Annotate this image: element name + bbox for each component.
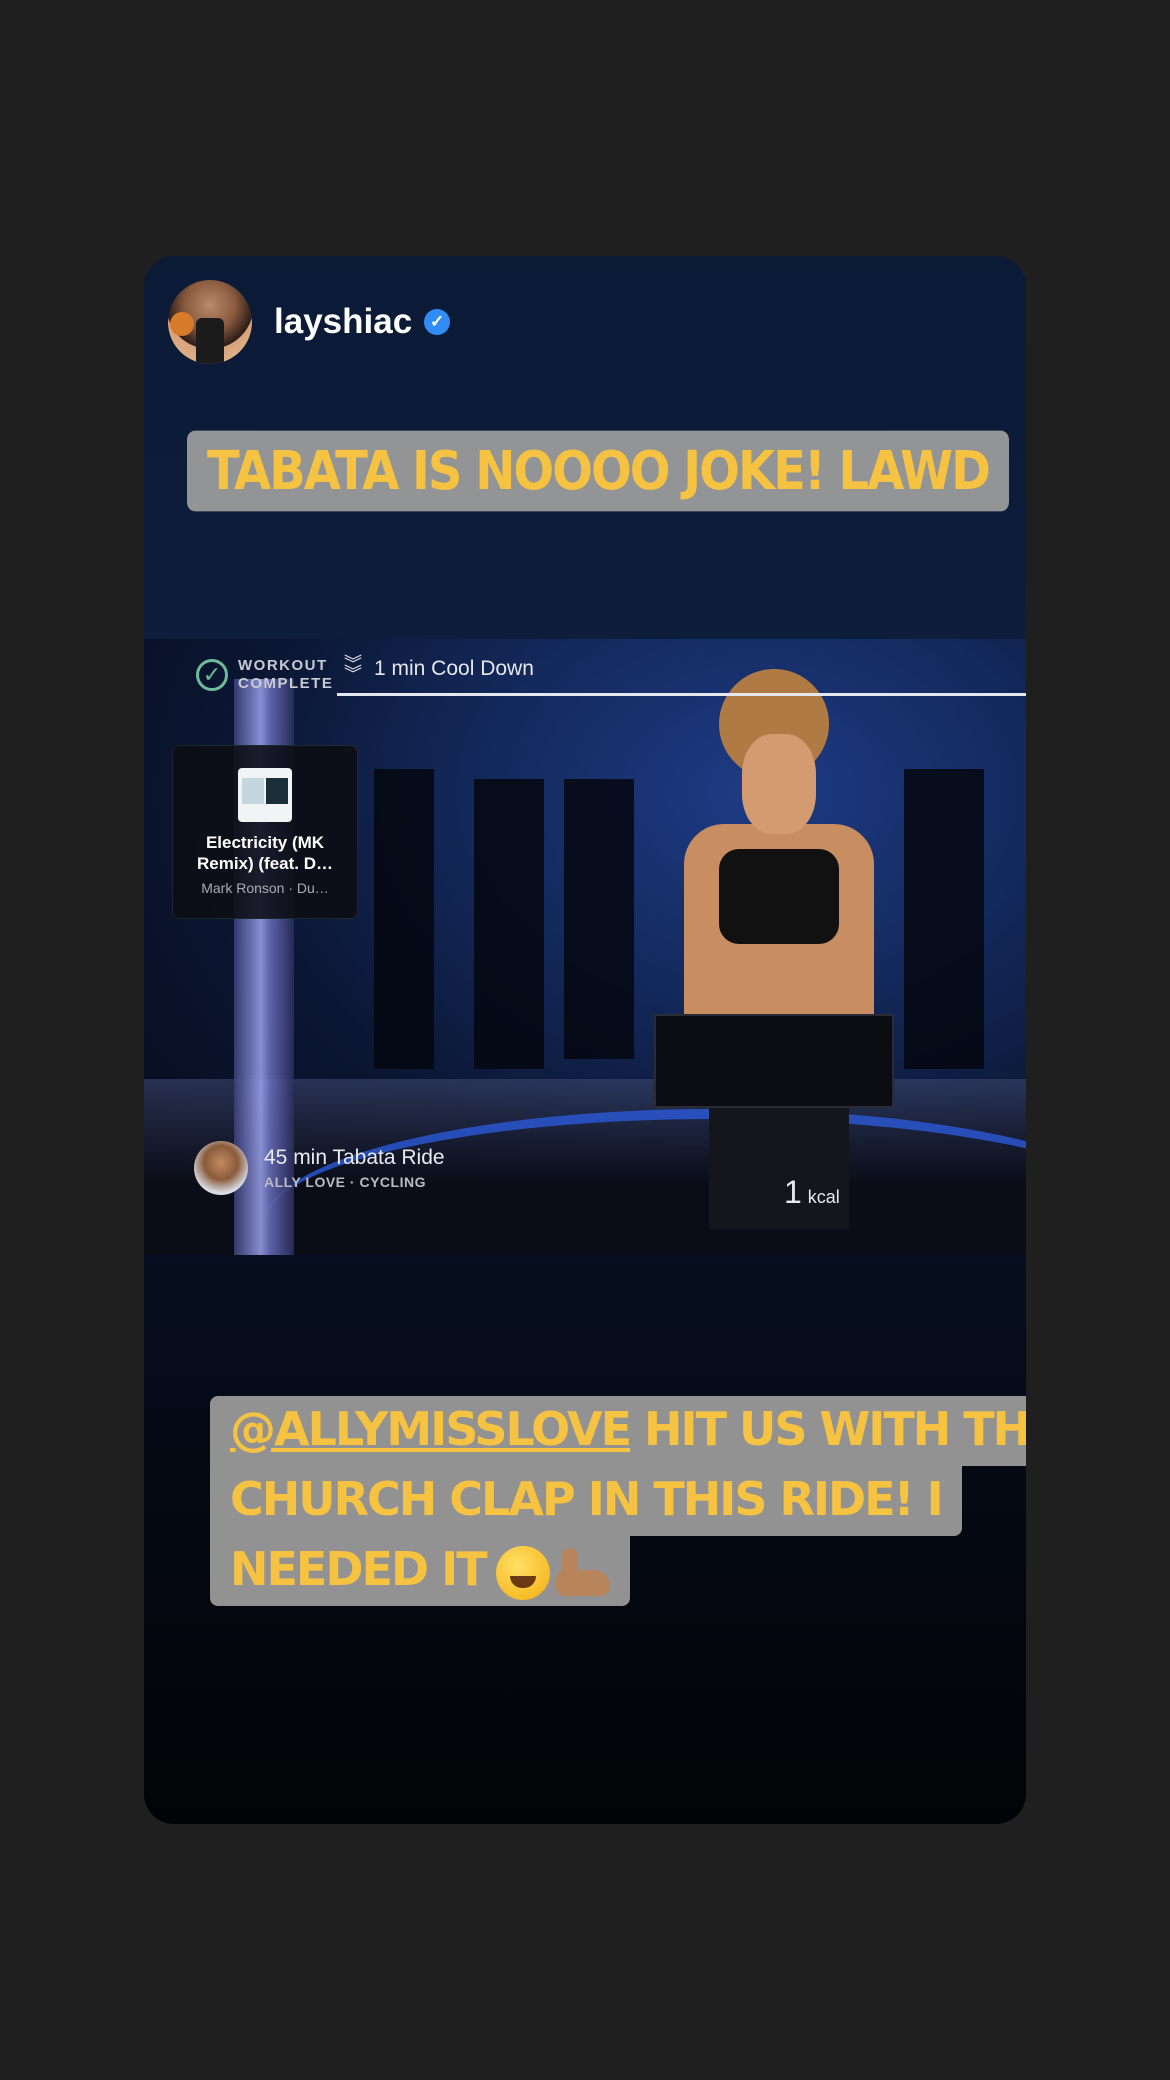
class-info: 45 min Tabata Ride ALLY LOVE · CYCLING	[194, 1141, 445, 1195]
story-header: layshiac ✓	[168, 280, 451, 364]
instructor-top	[719, 849, 839, 944]
instructor-avatar	[194, 1141, 248, 1195]
song-title: Electricity (MK Remix) (feat. D…	[196, 833, 334, 873]
background-bike	[474, 779, 544, 1069]
background-bike	[564, 779, 634, 1059]
flexed-biceps-emoji-icon	[555, 1547, 610, 1598]
kcal-value: 1	[784, 1174, 802, 1210]
class-meta: ALLY LOVE · CYCLING	[264, 1174, 426, 1190]
kcal-counter: 1 kcal	[784, 1174, 840, 1211]
bike-console	[654, 1014, 894, 1108]
now-playing-card: Electricity (MK Remix) (feat. D… Mark Ro…	[172, 745, 358, 919]
song-artist: Mark Ronson · Du…	[201, 880, 329, 896]
chevrons-down-icon: ︾ ︾	[344, 654, 362, 684]
workout-complete-status: ✓ WORKOUT COMPLETE	[196, 657, 333, 693]
tired-face-emoji-icon	[495, 1545, 550, 1600]
avatar-figure	[196, 318, 224, 364]
background-bike	[904, 769, 984, 1069]
username[interactable]: layshiac	[274, 302, 412, 342]
status-line-1: WORKOUT	[238, 657, 328, 674]
caption-bottom: @ALLYMISSLOVE HIT US WITH THE CHURCH CLA…	[210, 1396, 1026, 1606]
status-line-2: COMPLETE	[238, 675, 334, 692]
mention-link[interactable]: @ALLYMISSLOVE	[230, 1402, 632, 1456]
caption-top: TABATA IS NOOOO JOKE! LAWD	[187, 430, 1009, 512]
kcal-unit: kcal	[807, 1187, 840, 1207]
caption-line-1: @ALLYMISSLOVE HIT US WITH THE	[210, 1396, 1026, 1466]
story-card: layshiac ✓ TABATA IS NOOOO JOKE! LAWD ✓ …	[144, 256, 1026, 1824]
segment-label: 1 min Cool Down	[374, 657, 534, 680]
caption-line-3: NEEDED IT	[210, 1536, 630, 1606]
segment-indicator: ︾ ︾ 1 min Cool Down	[344, 654, 534, 684]
class-title: 45 min Tabata Ride	[264, 1146, 445, 1169]
background-bike	[374, 769, 434, 1069]
workout-screenshot: ✓ WORKOUT COMPLETE ︾ ︾ 1 min Cool Down El…	[144, 639, 1026, 1255]
basketball-icon	[170, 312, 194, 336]
album-art	[238, 768, 292, 822]
progress-bar	[337, 693, 1026, 696]
instructor-face	[742, 734, 816, 834]
caption-line-2: CHURCH CLAP IN THIS RIDE! I	[210, 1466, 962, 1536]
checkmark-icon: ✓	[196, 659, 228, 691]
verified-badge-icon: ✓	[424, 309, 451, 335]
user-avatar[interactable]	[168, 280, 252, 364]
